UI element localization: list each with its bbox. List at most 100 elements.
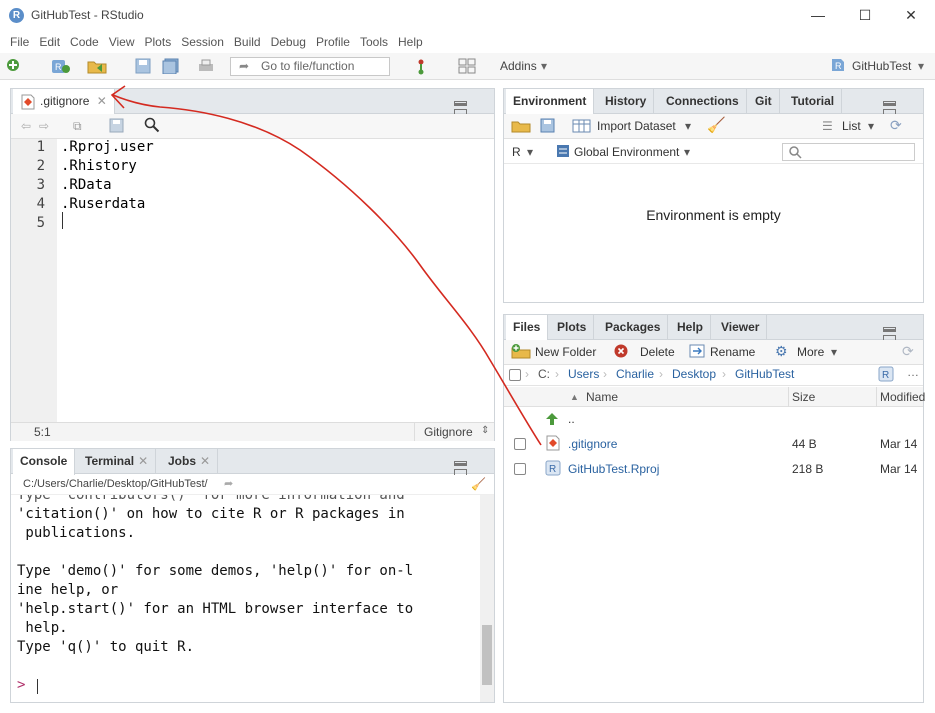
menu-build[interactable]: Build — [229, 35, 266, 49]
addins-chevron-icon[interactable]: ▾ — [541, 59, 547, 73]
column-size[interactable]: Size — [792, 387, 815, 407]
close-tab-icon[interactable]: ✕ — [97, 94, 107, 108]
clear-workspace-broom-icon[interactable]: 🧹 — [707, 116, 726, 134]
project-menu[interactable]: GitHubTest — [852, 59, 911, 73]
breadcrumb-desktop[interactable]: Desktop — [672, 367, 716, 381]
clear-console-icon[interactable]: 🧹 — [471, 477, 486, 491]
back-arrow-icon[interactable]: ⇦ — [21, 119, 31, 133]
breadcrumb-drive[interactable]: C: — [538, 367, 550, 381]
goto-file-input[interactable]: ➦ Go to file/function — [230, 57, 390, 76]
environment-chevron-icon[interactable]: ▾ — [684, 145, 690, 159]
save-all-icon[interactable] — [162, 58, 180, 75]
tab-files[interactable]: Files — [506, 315, 549, 341]
env-minmax[interactable] — [879, 95, 915, 122]
file-name-link[interactable]: GitHubTest.Rproj — [568, 462, 659, 476]
refresh-files-icon[interactable]: ⟳ — [902, 343, 914, 360]
file-row[interactable]: .gitignore 44 B Mar 14 — [504, 432, 923, 457]
more-chevron-icon[interactable]: ▾ — [831, 345, 837, 359]
save-workspace-icon[interactable] — [540, 118, 555, 136]
minimize-pane-icon[interactable] — [454, 461, 467, 466]
breadcrumb-githubtest[interactable]: GitHubTest — [735, 367, 794, 381]
menu-code[interactable]: Code — [65, 35, 104, 49]
find-replace-icon[interactable] — [144, 117, 160, 136]
addins-menu[interactable]: Addins — [500, 59, 537, 73]
save-icon[interactable] — [135, 58, 151, 75]
code-line[interactable]: .Rhistory — [61, 158, 137, 174]
tab-tutorial[interactable]: Tutorial — [784, 89, 843, 114]
minimize-pane-icon[interactable] — [883, 327, 896, 332]
tab-gitignore[interactable]: .gitignore ✕ — [13, 89, 115, 115]
refresh-icon[interactable]: ⟳ — [890, 117, 902, 134]
language-select[interactable]: R — [512, 145, 521, 159]
more-path-icon[interactable]: … — [907, 365, 919, 379]
goto-directory-icon[interactable]: ➦ — [224, 477, 233, 490]
close-button[interactable]: ✕ — [888, 0, 934, 31]
console-minmax[interactable] — [450, 455, 486, 482]
tab-history[interactable]: History — [598, 89, 655, 114]
tab-connections[interactable]: Connections — [659, 89, 747, 114]
file-row[interactable]: R GitHubTest.Rproj 218 B Mar 14 — [504, 457, 923, 482]
file-type-select[interactable]: Gitignore — [424, 425, 473, 439]
project-chevron-icon[interactable]: ▾ — [918, 59, 924, 73]
tab-jobs[interactable]: Jobs ✕ — [161, 449, 219, 474]
close-terminal-icon[interactable]: ✕ — [138, 454, 148, 468]
parent-dir-link[interactable]: .. — [568, 412, 575, 426]
menu-tools[interactable]: Tools — [355, 35, 393, 49]
code-line[interactable]: .RData — [61, 177, 112, 193]
menu-debug[interactable]: Debug — [266, 35, 311, 49]
file-checkbox[interactable] — [514, 438, 526, 450]
env-search-input[interactable] — [782, 143, 915, 161]
menu-help[interactable]: Help — [393, 35, 428, 49]
load-workspace-icon[interactable] — [511, 118, 531, 136]
filetype-updown-icon[interactable]: ⇕ — [481, 425, 489, 436]
editor-minmax[interactable] — [450, 95, 486, 122]
workspace-panes-icon[interactable] — [458, 58, 476, 75]
breadcrumb-charlie[interactable]: Charlie — [616, 367, 654, 381]
maximize-button[interactable]: ☐ — [842, 0, 888, 31]
list-chevron-icon[interactable]: ▾ — [868, 119, 874, 133]
scrollbar-thumb[interactable] — [482, 625, 492, 685]
code-line[interactable]: .Rproj.user — [61, 139, 154, 155]
menu-file[interactable]: File — [5, 35, 34, 49]
environment-select[interactable]: Global Environment — [574, 145, 679, 159]
column-name[interactable]: Name — [586, 387, 618, 407]
minimize-pane-icon[interactable] — [454, 101, 467, 106]
goto-project-dir-icon[interactable]: R — [878, 366, 894, 385]
breadcrumb-users[interactable]: Users — [568, 367, 599, 381]
select-all-checkbox[interactable] — [509, 369, 521, 381]
new-folder-button[interactable]: New Folder — [535, 345, 596, 359]
import-dataset-button[interactable]: Import Dataset — [597, 119, 676, 133]
forward-arrow-icon[interactable]: ⇨ — [39, 119, 49, 133]
file-checkbox[interactable] — [514, 463, 526, 475]
files-minmax[interactable] — [879, 321, 915, 348]
new-project-icon[interactable]: R — [50, 58, 72, 75]
tab-viewer[interactable]: Viewer — [714, 315, 768, 340]
code-line[interactable]: .Ruserdata — [61, 196, 145, 212]
menu-session[interactable]: Session — [176, 35, 229, 49]
column-modified[interactable]: Modified — [880, 387, 925, 407]
menu-edit[interactable]: Edit — [34, 35, 65, 49]
tab-environment[interactable]: Environment — [506, 89, 595, 115]
language-chevron-icon[interactable]: ▾ — [527, 145, 533, 159]
file-name-link[interactable]: .gitignore — [568, 437, 617, 451]
tab-console[interactable]: Console — [13, 449, 76, 475]
minimize-pane-icon[interactable] — [883, 101, 896, 106]
more-button[interactable]: More — [797, 345, 824, 359]
open-file-icon[interactable] — [87, 58, 109, 75]
tab-plots[interactable]: Plots — [550, 315, 595, 340]
menu-view[interactable]: View — [104, 35, 140, 49]
close-jobs-icon[interactable]: ✕ — [200, 454, 210, 468]
show-in-window-icon[interactable]: ⧉ — [73, 119, 82, 134]
delete-button[interactable]: Delete — [640, 345, 675, 359]
git-icon[interactable] — [414, 58, 428, 75]
console-output[interactable]: Type 'contributors()' for more informati… — [11, 495, 480, 702]
tab-help[interactable]: Help — [670, 315, 712, 340]
menu-plots[interactable]: Plots — [140, 35, 177, 49]
tab-terminal[interactable]: Terminal ✕ — [78, 449, 157, 474]
import-chevron-icon[interactable]: ▾ — [685, 119, 691, 133]
minimize-button[interactable]: — — [795, 0, 841, 31]
editor-save-icon[interactable] — [109, 118, 124, 136]
new-file-icon[interactable] — [6, 58, 20, 75]
print-icon[interactable] — [197, 58, 215, 75]
tab-packages[interactable]: Packages — [598, 315, 669, 340]
